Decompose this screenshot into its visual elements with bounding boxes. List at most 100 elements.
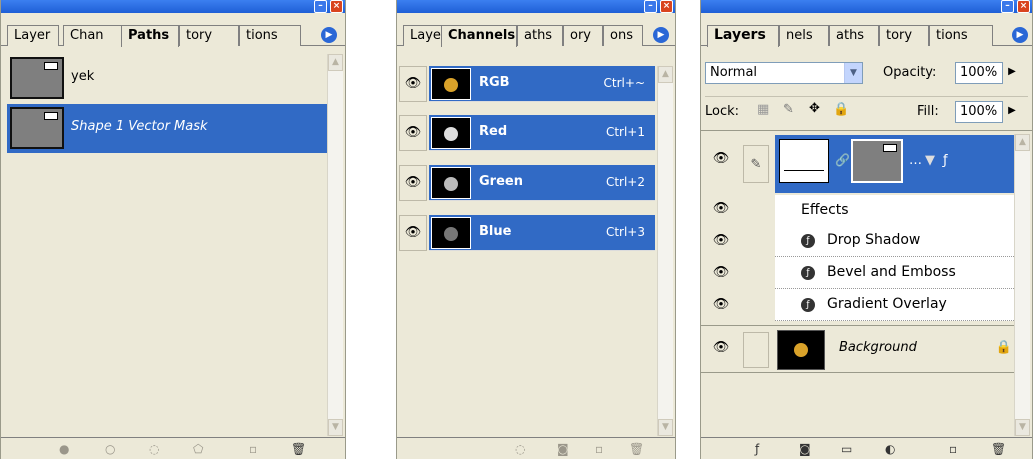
- trash-icon[interactable]: 🗑: [991, 442, 1006, 456]
- tab-history[interactable]: tory: [879, 25, 929, 46]
- stroke-path-icon[interactable]: ○: [105, 442, 115, 456]
- adjustment-layer-icon[interactable]: ◐: [885, 442, 895, 456]
- eye-icon[interactable]: 👁: [705, 201, 737, 216]
- save-selection-icon[interactable]: ◙: [557, 442, 569, 456]
- channel-item[interactable]: Red Ctrl+1: [429, 115, 655, 151]
- panel-menu-icon[interactable]: ▶: [321, 27, 337, 43]
- path-item[interactable]: yek: [7, 54, 329, 103]
- chevron-down-icon[interactable]: ▼: [925, 153, 935, 168]
- close-button[interactable]: ×: [660, 0, 673, 13]
- layer-row-shape[interactable]: 👁 ✎ 🔗 … ▼ ƒ: [701, 135, 1016, 193]
- load-selection-icon[interactable]: ◌: [149, 442, 159, 456]
- channel-item[interactable]: Green Ctrl+2: [429, 165, 655, 201]
- panel-menu-icon[interactable]: ▶: [653, 27, 669, 43]
- tab-paths[interactable]: Paths: [121, 25, 179, 47]
- scroll-down-arrow[interactable]: ▼: [328, 419, 343, 436]
- channel-thumbnail: [431, 217, 471, 249]
- eye-icon[interactable]: 👁: [399, 215, 427, 251]
- channel-item[interactable]: Blue Ctrl+3: [429, 215, 655, 251]
- panel-menu-icon[interactable]: ▶: [1012, 27, 1028, 43]
- eye-icon[interactable]: 👁: [705, 265, 737, 280]
- eye-icon[interactable]: 👁: [705, 233, 737, 248]
- minimize-button[interactable]: –: [314, 0, 327, 13]
- tab-layers[interactable]: Layers: [707, 25, 779, 47]
- chevron-down-icon[interactable]: ▼: [844, 63, 862, 83]
- layers-titlebar: – ×: [701, 0, 1032, 13]
- tab-paths[interactable]: aths: [517, 25, 563, 46]
- tab-layers[interactable]: Laye: [403, 25, 443, 46]
- channel-row[interactable]: 👁 RGB Ctrl+~: [399, 66, 655, 102]
- channel-thumbnail: [431, 117, 471, 149]
- path-label: Shape 1 Vector Mask: [71, 119, 208, 134]
- path-item-selected[interactable]: Shape 1 Vector Mask: [7, 104, 329, 153]
- channels-scrollbar[interactable]: ▲ ▼: [657, 66, 673, 436]
- tab-actions[interactable]: ons: [603, 25, 643, 46]
- lock-all-icon[interactable]: 🔒: [833, 102, 849, 117]
- close-button[interactable]: ×: [330, 0, 343, 13]
- trash-icon[interactable]: 🗑: [291, 442, 306, 456]
- channel-item[interactable]: RGB Ctrl+~: [429, 66, 655, 102]
- lock-icon: 🔒: [995, 340, 1012, 355]
- eye-icon[interactable]: 👁: [399, 115, 427, 151]
- fx-icon[interactable]: ƒ: [943, 153, 948, 168]
- tab-history[interactable]: tory: [179, 25, 239, 46]
- channel-row[interactable]: 👁 Green Ctrl+2: [399, 165, 655, 201]
- tab-actions[interactable]: tions: [239, 25, 301, 46]
- eye-icon[interactable]: 👁: [399, 165, 427, 201]
- tab-channels[interactable]: Channels: [441, 25, 517, 47]
- blend-mode-select[interactable]: Normal ▼: [705, 62, 863, 84]
- opacity-slider-arrow[interactable]: ▶: [1005, 62, 1019, 82]
- layer-content[interactable]: 🔗 … ▼ ƒ: [775, 135, 1016, 193]
- scroll-up-arrow[interactable]: ▲: [1015, 134, 1030, 151]
- layers-scrollbar[interactable]: ▲ ▼: [1014, 134, 1030, 436]
- channel-row[interactable]: 👁 Red Ctrl+1: [399, 115, 655, 151]
- fill-input[interactable]: 100%: [955, 101, 1003, 123]
- layer-row-background[interactable]: 👁 Background 🔒: [701, 325, 1016, 373]
- minimize-button[interactable]: –: [644, 0, 657, 13]
- lock-transparency-icon[interactable]: ▦: [757, 102, 769, 117]
- layer-style-icon[interactable]: ƒ: [755, 442, 759, 456]
- load-channel-icon[interactable]: ◌: [515, 442, 525, 456]
- path-thumbnail: [10, 57, 64, 99]
- fill-path-icon[interactable]: ●: [59, 442, 69, 456]
- tab-history[interactable]: ory: [563, 25, 603, 46]
- scroll-up-arrow[interactable]: ▲: [658, 66, 673, 83]
- path-thumbnail: [10, 107, 64, 149]
- tab-layers[interactable]: Layer: [7, 25, 59, 46]
- lock-move-icon[interactable]: ✥: [809, 101, 820, 116]
- new-group-icon[interactable]: ▭: [841, 442, 852, 456]
- eye-icon[interactable]: 👁: [705, 297, 737, 312]
- add-mask-icon[interactable]: ◙: [799, 442, 811, 456]
- minimize-button[interactable]: –: [1001, 0, 1014, 13]
- effect-bevel-emboss[interactable]: ƒ Bevel and Emboss: [775, 257, 1014, 289]
- new-channel-icon[interactable]: ▫: [595, 442, 603, 456]
- layers-panel: – × Layers nels aths tory tions ▶ Normal…: [700, 0, 1033, 459]
- channel-row[interactable]: 👁 Blue Ctrl+3: [399, 215, 655, 251]
- fill-slider-arrow[interactable]: ▶: [1005, 101, 1019, 121]
- brush-link-icon[interactable]: ✎: [743, 145, 769, 183]
- make-work-path-icon[interactable]: ⬠: [193, 442, 203, 456]
- effects-header[interactable]: Effects: [775, 195, 1014, 227]
- scroll-up-arrow[interactable]: ▲: [328, 54, 343, 71]
- chain-link-icon: 🔗: [835, 153, 850, 167]
- tab-paths[interactable]: aths: [829, 25, 879, 46]
- tab-channels[interactable]: Chan: [63, 25, 125, 46]
- link-slot[interactable]: [743, 332, 769, 368]
- lock-brush-icon[interactable]: ✎: [783, 102, 794, 117]
- close-button[interactable]: ×: [1017, 0, 1030, 13]
- eye-icon[interactable]: 👁: [705, 340, 737, 355]
- effect-gradient-overlay[interactable]: ƒ Gradient Overlay: [775, 289, 1014, 321]
- eye-icon[interactable]: 👁: [399, 66, 427, 102]
- scroll-down-arrow[interactable]: ▼: [1015, 419, 1030, 436]
- eye-icon[interactable]: 👁: [705, 151, 737, 166]
- effect-drop-shadow[interactable]: ƒ Drop Shadow: [775, 225, 1014, 257]
- paths-scrollbar[interactable]: ▲ ▼: [327, 54, 343, 436]
- channels-panel: – × Laye Channels aths ory ons ▶ 👁 RGB C…: [396, 0, 676, 459]
- new-layer-icon[interactable]: ▫: [949, 442, 957, 456]
- trash-icon[interactable]: 🗑: [629, 442, 644, 456]
- scroll-down-arrow[interactable]: ▼: [658, 419, 673, 436]
- tab-channels[interactable]: nels: [779, 25, 829, 46]
- new-path-icon[interactable]: ▫: [249, 442, 257, 456]
- opacity-input[interactable]: 100%: [955, 62, 1003, 84]
- tab-actions[interactable]: tions: [929, 25, 993, 46]
